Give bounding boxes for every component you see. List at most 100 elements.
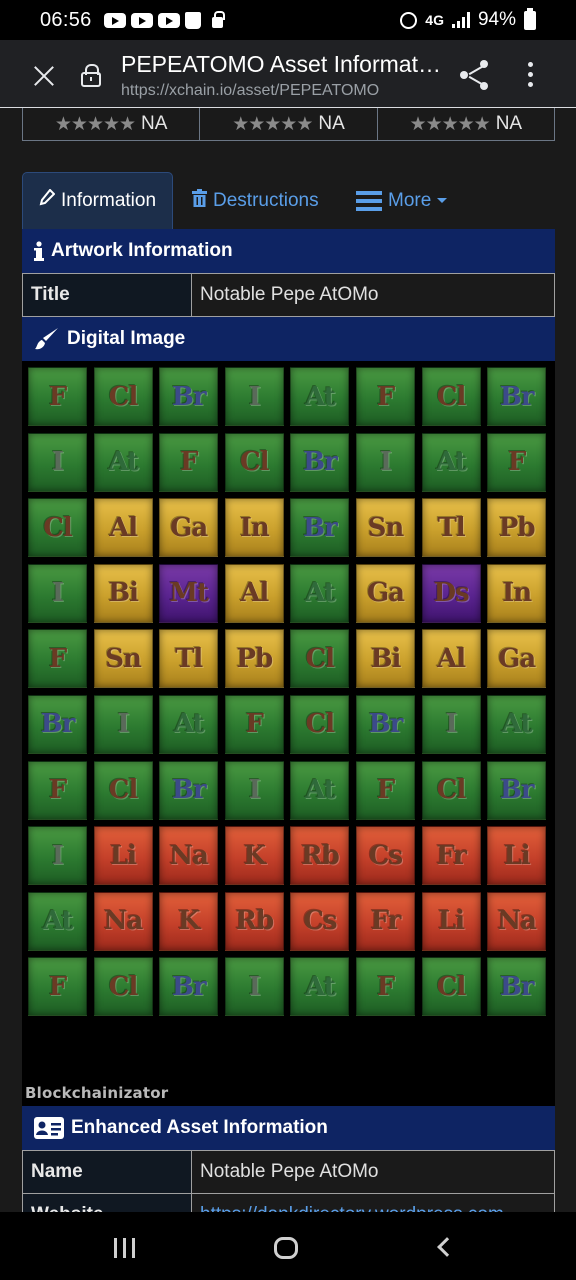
element-tile: At xyxy=(290,563,350,623)
element-symbol: Sn xyxy=(105,643,142,674)
element-symbol: F xyxy=(376,381,395,412)
rating-value: NA xyxy=(495,113,523,134)
element-tile: In xyxy=(224,498,284,558)
element-symbol: Bi xyxy=(108,578,139,609)
back-button[interactable] xyxy=(437,1237,457,1257)
element-tile: F xyxy=(28,629,87,689)
element-tile: Br xyxy=(487,367,547,426)
element-tile: Br xyxy=(159,367,219,426)
stars-icon: ★★★★★ xyxy=(409,113,491,135)
element-symbol: In xyxy=(239,512,270,543)
element-symbol: Pb xyxy=(498,512,536,543)
element-tile: Cl xyxy=(290,629,350,689)
artwork-info-header: Artwork Information xyxy=(22,229,555,273)
element-tile: Cs xyxy=(290,891,350,951)
element-tile: Al xyxy=(224,563,284,623)
element-tile: Al xyxy=(421,629,481,689)
element-tile: Cl xyxy=(93,367,153,426)
id-card-icon xyxy=(34,1117,64,1139)
element-symbol: I xyxy=(51,447,64,478)
section-title: Digital Image xyxy=(67,328,186,349)
element-tile: At xyxy=(421,432,481,492)
element-symbol: Br xyxy=(40,709,76,740)
rating-cell: ★★★★★ NA xyxy=(378,108,554,140)
element-tile: Na xyxy=(487,891,547,951)
battery-percent: 94% xyxy=(477,9,516,30)
digital-image-header: Digital Image xyxy=(22,317,555,361)
watermark-text: Blockchainizator xyxy=(25,1084,169,1102)
element-tile: F xyxy=(355,367,415,426)
lock-icon[interactable] xyxy=(81,64,101,87)
element-tile: Br xyxy=(355,694,415,754)
element-symbol: Br xyxy=(499,775,535,806)
element-tile: I xyxy=(355,432,415,492)
info-icon xyxy=(34,241,44,261)
element-symbol: Fr xyxy=(436,840,467,871)
home-button[interactable] xyxy=(274,1237,298,1259)
recent-apps-button[interactable] xyxy=(114,1238,136,1258)
element-symbol: Cl xyxy=(108,971,139,1002)
more-options-icon[interactable] xyxy=(520,60,540,90)
element-symbol: Tl xyxy=(437,512,465,543)
element-symbol: I xyxy=(248,381,261,412)
element-tile: Cl xyxy=(28,498,87,558)
element-tile: Tl xyxy=(159,629,219,689)
website-label: Website xyxy=(23,1194,192,1212)
element-tile: Br xyxy=(290,498,350,558)
element-tile: Cs xyxy=(355,826,415,886)
element-tile: At xyxy=(159,694,219,754)
element-tile: I xyxy=(28,826,87,886)
element-tile: F xyxy=(28,760,87,820)
element-tile: At xyxy=(290,760,350,820)
element-tile: Ga xyxy=(355,563,415,623)
element-tile: I xyxy=(224,760,284,820)
element-symbol: Cl xyxy=(108,775,139,806)
element-symbol: At xyxy=(108,447,139,478)
element-symbol: K xyxy=(177,906,201,937)
element-tile: F xyxy=(355,957,415,1017)
tab-information[interactable]: Information xyxy=(22,172,173,229)
element-symbol: I xyxy=(248,971,261,1002)
element-tile: K xyxy=(224,826,284,886)
website-row: Website https://dankdirectory.wordpress.… xyxy=(22,1193,555,1212)
element-symbol: Br xyxy=(499,971,535,1002)
element-tile: Cl xyxy=(421,367,481,426)
element-symbol: F xyxy=(507,447,526,478)
element-symbol: I xyxy=(51,840,64,871)
element-symbol: Cl xyxy=(436,775,467,806)
element-symbol: Rb xyxy=(235,906,274,937)
rating-cell: ★★★★★ NA xyxy=(23,108,201,140)
pencil-icon xyxy=(39,188,56,213)
list-icon xyxy=(356,190,382,211)
element-symbol: At xyxy=(173,709,205,740)
element-symbol: F xyxy=(245,709,264,740)
element-tile: Fr xyxy=(355,891,415,951)
tab-destructions[interactable]: Destructions xyxy=(192,172,319,229)
element-symbol: Cl xyxy=(305,709,336,740)
element-tile: Bi xyxy=(355,629,415,689)
element-tile: Rb xyxy=(224,891,284,951)
element-tile: Li xyxy=(93,826,153,886)
tab-more[interactable]: More xyxy=(356,172,448,229)
element-tile: I xyxy=(28,432,87,492)
element-symbol: I xyxy=(445,709,457,740)
element-tile: Mt xyxy=(159,563,219,623)
rating-value: NA xyxy=(318,113,345,134)
element-tile: Tl xyxy=(421,498,481,558)
element-tile: At xyxy=(28,891,87,951)
rating-cell: ★★★★★ NA xyxy=(200,108,378,140)
element-tile: I xyxy=(421,694,481,754)
shopping-bag-icon xyxy=(184,11,201,29)
close-icon[interactable] xyxy=(30,62,58,90)
stars-icon: ★★★★★ xyxy=(54,113,136,135)
share-icon[interactable] xyxy=(460,60,490,90)
element-tile: F xyxy=(355,760,415,820)
element-tile: Br xyxy=(290,432,350,492)
enhanced-info-header: Enhanced Asset Information xyxy=(22,1106,555,1150)
element-symbol: F xyxy=(376,775,395,806)
website-link[interactable]: https://dankdirectory.wordpress.com xyxy=(192,1194,554,1212)
element-symbol: I xyxy=(379,447,392,478)
element-symbol: Br xyxy=(171,775,207,806)
tab-label: Destructions xyxy=(213,189,319,211)
page-url[interactable]: https://xchain.io/asset/PEPEATOMO xyxy=(121,82,379,100)
